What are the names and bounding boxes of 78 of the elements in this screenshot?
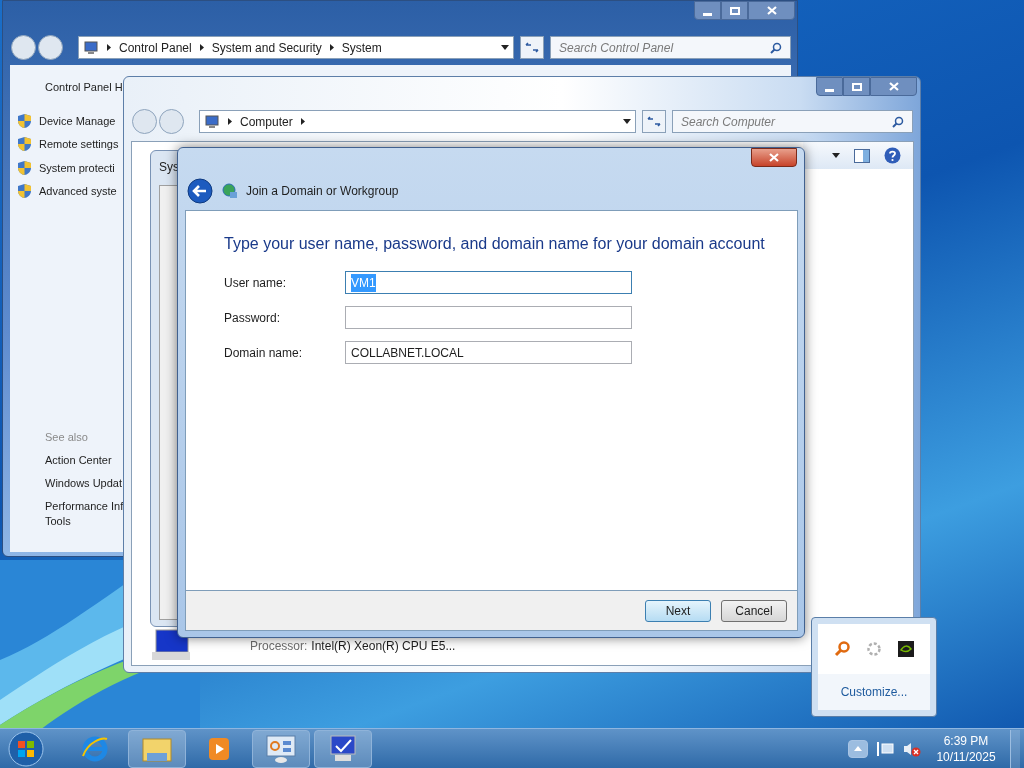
close-icon bbox=[769, 153, 779, 162]
processor-value: Intel(R) Xeon(R) CPU E5... bbox=[311, 638, 456, 655]
text-field[interactable]: COLLABNET.LOCAL bbox=[345, 341, 632, 364]
magnifier-icon[interactable] bbox=[834, 641, 850, 657]
play-icon bbox=[207, 735, 231, 762]
see-also-link[interactable]: Performance Inf bbox=[45, 499, 124, 514]
task-link[interactable]: Device Manage bbox=[39, 112, 116, 129]
breadcrumb-arrow-icon bbox=[300, 118, 305, 125]
network-icon[interactable] bbox=[876, 740, 894, 757]
minimize-button[interactable] bbox=[694, 1, 721, 20]
search-field[interactable]: Search Control Panel bbox=[550, 36, 791, 59]
next-button[interactable]: Next bbox=[645, 599, 711, 622]
back-button[interactable] bbox=[187, 178, 213, 204]
breadcrumb-item[interactable]: Control Panel bbox=[119, 38, 192, 57]
breadcrumb-arrow-icon bbox=[329, 44, 334, 51]
network-globe-icon bbox=[221, 183, 238, 199]
system-taskbar-button[interactable] bbox=[314, 729, 372, 768]
forward-button[interactable] bbox=[37, 34, 64, 61]
computer-icon bbox=[204, 114, 220, 129]
shield-icon bbox=[17, 159, 32, 176]
close-button[interactable] bbox=[751, 148, 797, 167]
task-link[interactable]: System protecti bbox=[39, 159, 115, 176]
refresh-button[interactable] bbox=[642, 110, 666, 133]
control-panel-home-link[interactable]: Control Panel H bbox=[45, 79, 123, 96]
search-icon bbox=[770, 41, 782, 54]
address-bar[interactable]: Control Panel System and Security System bbox=[78, 36, 514, 59]
dialog-title: Join a Domain or Workgroup bbox=[246, 183, 399, 200]
control-panel-taskbar-button[interactable] bbox=[252, 729, 310, 768]
show-hidden-icons-button[interactable] bbox=[848, 739, 868, 758]
computer-icon bbox=[327, 733, 359, 764]
breadcrumb-arrow-icon bbox=[228, 118, 232, 125]
close-button[interactable] bbox=[748, 1, 795, 20]
task-link[interactable]: Remote settings bbox=[39, 136, 119, 153]
text-field[interactable] bbox=[345, 306, 632, 329]
search-icon bbox=[892, 115, 904, 128]
help-icon[interactable] bbox=[884, 147, 901, 164]
search-field[interactable]: Search Computer bbox=[672, 110, 913, 133]
close-icon bbox=[888, 82, 899, 91]
breadcrumb-item[interactable]: System bbox=[341, 38, 382, 57]
back-button[interactable] bbox=[10, 34, 37, 61]
clock[interactable]: 6:39 PM 10/11/2025 bbox=[930, 732, 1002, 765]
breadcrumb-item[interactable]: Computer bbox=[240, 112, 293, 131]
address-bar[interactable]: Computer bbox=[199, 110, 636, 133]
muted-speaker-icon[interactable] bbox=[902, 740, 922, 757]
see-also-heading: See also bbox=[45, 429, 88, 445]
field-value: VM1 bbox=[351, 273, 376, 292]
maximize-button[interactable] bbox=[843, 77, 870, 96]
field-value: COLLABNET.LOCAL bbox=[351, 344, 464, 362]
close-icon bbox=[766, 6, 777, 15]
see-also-link[interactable]: Tools bbox=[45, 514, 71, 529]
start-button[interactable] bbox=[6, 729, 46, 768]
preview-pane-icon[interactable] bbox=[854, 148, 870, 163]
field-label: User name: bbox=[224, 274, 288, 292]
dropdown-caret-icon[interactable] bbox=[832, 153, 840, 158]
processor-label: Processor: bbox=[250, 638, 308, 655]
dropdown-caret-icon[interactable] bbox=[501, 45, 509, 50]
control-panel-icon bbox=[265, 733, 297, 764]
shield-icon bbox=[17, 183, 32, 200]
computer-icon bbox=[83, 40, 99, 55]
maximize-button[interactable] bbox=[721, 1, 748, 20]
breadcrumb-arrow-icon bbox=[199, 44, 204, 51]
minimize-button[interactable] bbox=[816, 77, 843, 96]
up-arrow-icon bbox=[854, 746, 862, 751]
dialog-heading: Type your user name, password, and domain name for your domain account bbox=[224, 234, 766, 254]
graphics-icon[interactable] bbox=[898, 641, 914, 657]
breadcrumb-item[interactable]: System and Security bbox=[211, 38, 322, 57]
see-also-link[interactable]: Windows Updat bbox=[45, 476, 123, 491]
shield-icon bbox=[17, 112, 32, 129]
cancel-button[interactable]: Cancel bbox=[721, 599, 787, 622]
field-label: Password: bbox=[224, 309, 282, 327]
dropdown-caret-icon[interactable] bbox=[623, 119, 631, 124]
close-button[interactable] bbox=[870, 77, 917, 96]
task-link[interactable]: Advanced syste bbox=[39, 183, 117, 200]
see-also-link[interactable]: Action Center bbox=[45, 453, 112, 468]
field-label: Domain name: bbox=[224, 344, 304, 362]
shield-icon bbox=[17, 136, 32, 153]
refresh-button[interactable] bbox=[520, 36, 544, 59]
breadcrumb-arrow-icon bbox=[107, 44, 111, 51]
